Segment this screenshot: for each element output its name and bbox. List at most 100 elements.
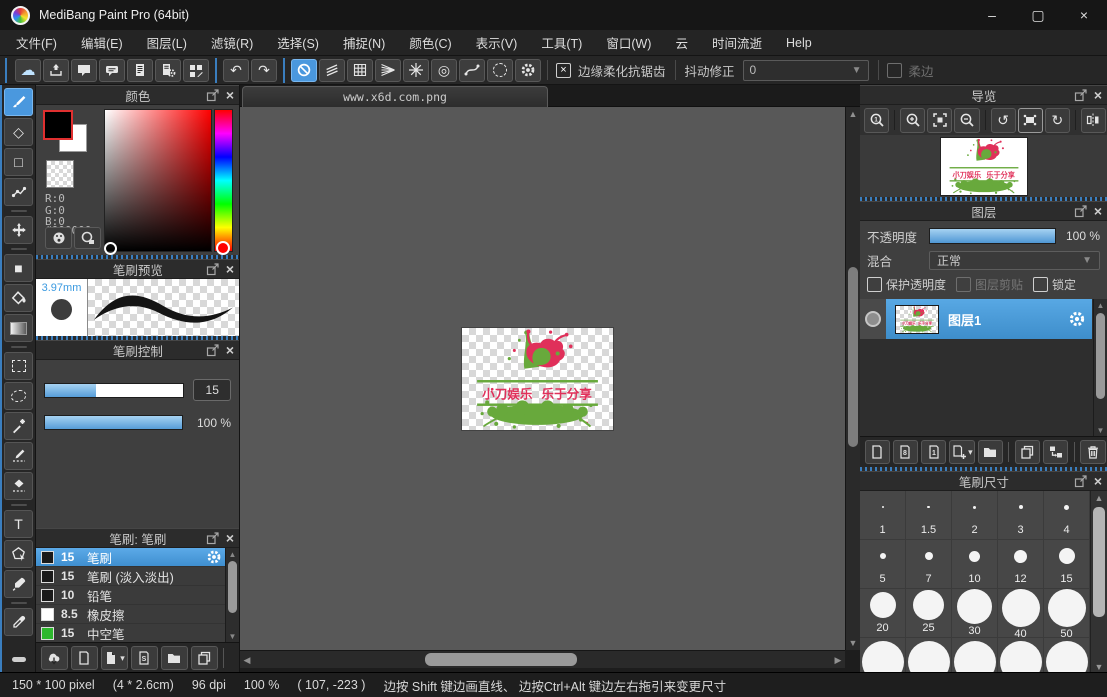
select-eraser-tool[interactable] [4,472,33,500]
download-brush-button[interactable] [41,646,68,670]
maximize-button[interactable]: ▢ [1015,0,1061,30]
brush-preview-close-button[interactable]: × [226,262,234,276]
brush-sizes-close-button[interactable]: × [1094,474,1102,488]
menu-tool[interactable]: 工具(T) [529,33,594,52]
brush-size-cell[interactable] [998,638,1044,674]
polyline-tool[interactable] [4,178,33,206]
brush-size-cell[interactable] [1044,638,1090,674]
brush-size-slider[interactable] [44,383,184,398]
stabilizer-dropdown[interactable]: 0▼ [743,60,869,81]
snap-off-button[interactable] [291,59,317,82]
menu-edit[interactable]: 编辑(E) [69,33,135,52]
protect-alpha-checkbox[interactable]: ×保护透明度 [867,276,946,293]
menu-view[interactable]: 表示(V) [464,33,530,52]
blend-mode-dropdown[interactable]: 正常 ▼ [929,251,1100,270]
text-tool[interactable]: T [4,510,33,538]
select-rect-tool[interactable] [4,352,33,380]
brush-size-cell[interactable]: 2 [952,491,998,540]
scroll-down-icon[interactable]: ▼ [846,636,860,650]
grid-edit-button[interactable] [183,59,209,82]
layer-list-scrollbar[interactable]: ▲ ▼ [1093,299,1107,436]
scroll-down-icon[interactable]: ▼ [226,630,239,642]
brush-size-cell[interactable]: 20 [860,589,906,638]
flip-view-button[interactable] [1081,108,1106,133]
new-8bit-layer-button[interactable]: 8 [893,440,918,464]
scroll-down-icon[interactable]: ▼ [1094,424,1107,436]
new-layer-button[interactable] [865,440,890,464]
color-picker-mode-button[interactable] [74,227,101,249]
brush-size-cell[interactable]: 5 [860,540,906,589]
menu-color[interactable]: 颜色(C) [397,33,463,52]
brush-size-cell[interactable]: 4 [1044,491,1090,540]
layer-row[interactable]: 小刀娱乐 乐于分享 图层1 [860,299,1092,339]
scroll-up-icon[interactable]: ▲ [1091,491,1107,505]
brush-size-cell[interactable]: 30 [952,589,998,638]
redo-button[interactable]: ↷ [251,59,277,82]
eyedropper-tool[interactable] [4,608,33,636]
saturation-value-picker[interactable] [104,109,212,252]
lasso-tool[interactable] [4,382,33,410]
palette-button[interactable] [45,227,72,249]
hue-slider[interactable] [214,109,233,252]
bucket-tool[interactable] [4,284,33,312]
chat-button[interactable] [99,59,125,82]
brush-size-cell[interactable]: 10 [952,540,998,589]
brush-size-cell[interactable]: 1.5 [906,491,952,540]
menu-timelapse[interactable]: 时间流逝 [700,33,774,52]
foreground-color-swatch[interactable] [43,110,73,140]
brush-folder-button[interactable] [161,646,188,670]
brush-control-close-button[interactable]: × [226,343,234,357]
scroll-right-icon[interactable]: ▶ [831,651,845,669]
soft-edge-checkbox[interactable]: × [887,63,902,78]
brush-size-cell[interactable]: 15 [1044,540,1090,589]
brush-tool[interactable] [4,88,33,116]
menu-select[interactable]: 选择(S) [265,33,331,52]
scroll-up-icon[interactable]: ▲ [1094,299,1107,311]
menu-snap[interactable]: 捕捉(N) [331,33,397,52]
brush-size-cell[interactable] [860,638,906,674]
lock-checkbox[interactable]: ×锁定 [1033,276,1076,293]
eraser-tool[interactable]: ◇ [4,118,33,146]
brush-opacity-slider[interactable] [44,415,183,430]
zoom-100-button[interactable]: 1 [864,108,889,133]
snap-grid-button[interactable] [347,59,373,82]
new-1bit-layer-button[interactable]: 1 [921,440,946,464]
add-layer-menu-button[interactable]: ▾ [949,440,974,464]
clipping-checkbox[interactable]: ×图层剪贴 [956,276,1023,293]
new-brush-button[interactable] [71,646,98,670]
canvas-viewport[interactable]: 小刀娱乐 乐于分享 [240,107,845,650]
canvas-vscrollbar[interactable]: ▲ ▼ [845,107,860,650]
document-button[interactable] [127,59,153,82]
menu-help[interactable]: Help [774,36,824,50]
gradient-tool[interactable] [4,314,33,342]
layer-folder-button[interactable] [978,440,1003,464]
brush-list-close-button[interactable]: × [226,531,234,545]
duplicate-brush-button[interactable] [191,646,218,670]
brush-size-cell[interactable] [906,638,952,674]
snap-ellipse-button[interactable] [487,59,513,82]
scroll-left-icon[interactable]: ◀ [240,651,254,669]
canvas-image[interactable]: 小刀娱乐 乐于分享 [462,328,613,430]
layers-popout-button[interactable] [1073,203,1089,219]
close-button[interactable]: × [1061,0,1107,30]
snap-parallel-button[interactable] [319,59,345,82]
fit-screen-button[interactable] [927,108,952,133]
color-close-button[interactable]: × [226,88,234,102]
export-button[interactable] [43,59,69,82]
snap-concentric-button[interactable]: ◎ [431,59,457,82]
fill-shape-tool[interactable]: ■ [4,254,33,282]
tool-palette-handle[interactable] [12,657,26,662]
duplicate-layer-button[interactable] [1015,440,1040,464]
color-popout-button[interactable] [205,87,221,103]
brush-size-cell[interactable]: 50 [1044,589,1090,638]
brush-preview-popout-button[interactable] [205,261,221,277]
snap-radial-button[interactable] [403,59,429,82]
layer-settings-button[interactable] [1068,310,1086,328]
shape-brush-tool[interactable]: □ [4,148,33,176]
menu-window[interactable]: 窗口(W) [594,33,663,52]
reset-view-button[interactable] [1018,108,1043,133]
magic-wand-tool[interactable] [4,412,33,440]
canvas-hscrollbar[interactable]: ◀ ▶ [240,650,845,668]
brush-item[interactable]: 10铅笔 [36,586,226,605]
script-brush-button[interactable]: S [131,646,158,670]
